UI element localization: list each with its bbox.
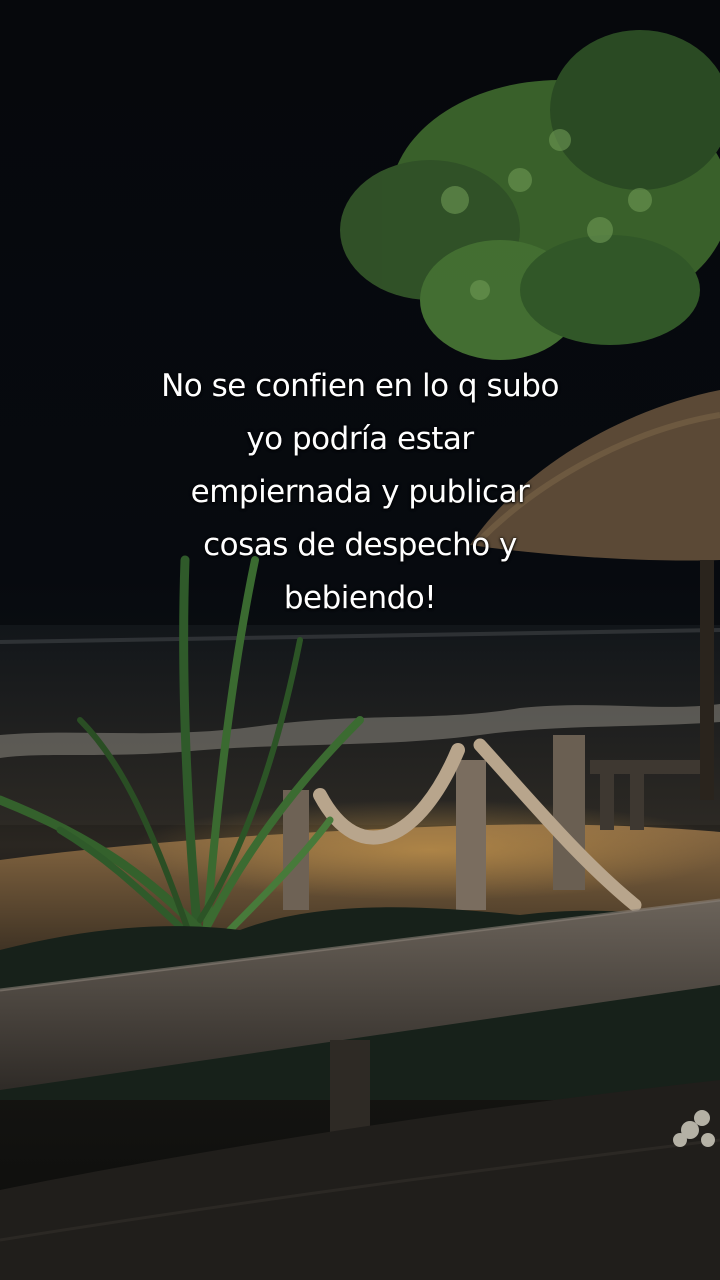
caption-line-2: yo podría estar bbox=[246, 421, 474, 457]
caption-line-4: cosas de despecho y bbox=[203, 527, 517, 563]
hut-post bbox=[700, 560, 714, 800]
caption-line-1: No se confien en lo q subo bbox=[161, 368, 559, 404]
photo-background bbox=[0, 30, 720, 1280]
night-beach-photo: No se confien en lo q subo yo podría est… bbox=[0, 0, 720, 1280]
overlay-caption: No se confien en lo q subo yo podría est… bbox=[60, 360, 660, 625]
tree-foliage bbox=[340, 30, 720, 360]
caption-line-3: empiernada y publicar bbox=[190, 474, 530, 510]
caption-line-5: bebiendo! bbox=[283, 580, 437, 616]
